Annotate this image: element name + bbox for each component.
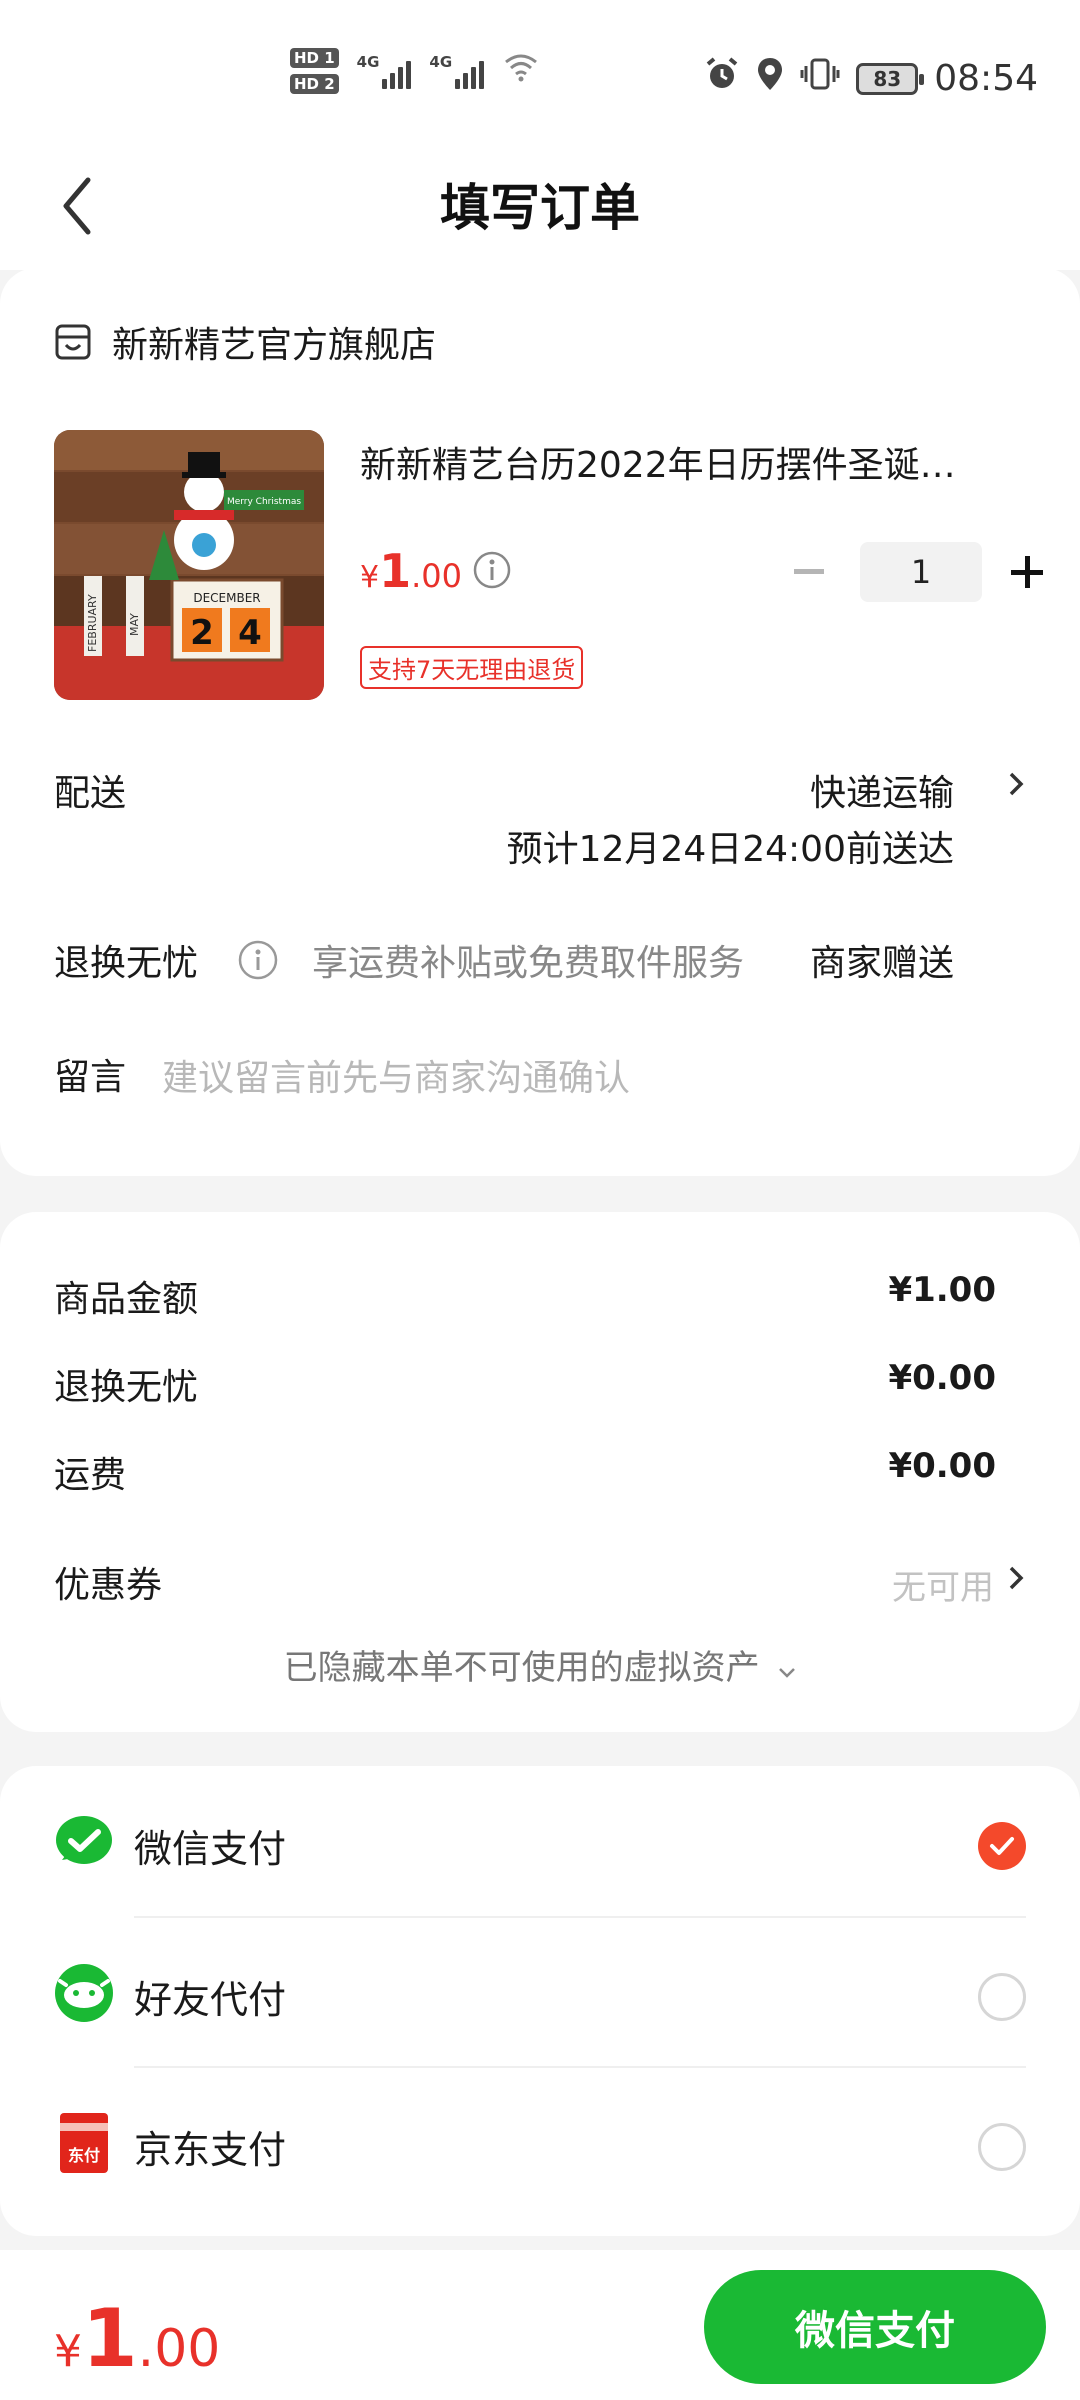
returns-info-icon[interactable] (236, 938, 280, 982)
jd-pay-label: 京东支付 (134, 2128, 287, 2172)
friend-pay-radio[interactable] (978, 1973, 1026, 2021)
signal-2-icon: 4G (429, 53, 485, 89)
returns-label: 退换无忧 (54, 943, 199, 984)
wechat-pay-label: 微信支付 (134, 1827, 287, 1871)
total-integer: 1 (82, 2292, 138, 2385)
quantity-field[interactable]: 1 (860, 542, 982, 602)
image-block1-text: FEBRUARY (86, 594, 99, 652)
friend-pay-label: 好友代付 (134, 1978, 287, 2022)
alarm-icon (704, 56, 740, 101)
message-input[interactable] (162, 1048, 1022, 1108)
image-block2-text: MAY (128, 613, 141, 636)
returns-description: 享运费补贴或免费取件服务 (312, 943, 745, 984)
price-summary-card: 商品金额 ¥1.00 退换无忧 ¥0.00 运费 ¥0.00 优惠券 无可用 已… (0, 1212, 1080, 1732)
sim2-indicator: HD 2 (290, 74, 339, 94)
minus-icon (794, 569, 824, 574)
returns-value: 商家赠送 (809, 943, 954, 984)
page-title: 填写订单 (440, 179, 640, 237)
location-icon (756, 56, 784, 101)
check-icon (990, 1837, 1014, 1855)
vibrate-icon (800, 56, 840, 101)
price-currency: ¥ (360, 560, 380, 595)
summary-goods-label: 商品金额 (54, 1279, 199, 1320)
message-label: 留言 (54, 1057, 127, 1098)
payment-option-wechat[interactable]: 微信支付 (0, 1766, 1080, 1916)
coupon-label: 优惠券 (54, 1565, 163, 1606)
summary-shipping-value: ¥0.00 (888, 1446, 996, 1486)
jd-badge-text: 东付 (68, 2146, 100, 2165)
total-decimal: .00 (137, 2319, 221, 2379)
payment-options-card: 微信支付 好友代付 东付 京东支付 (0, 1766, 1080, 2236)
summary-goods-value: ¥1.00 (888, 1270, 996, 1310)
plus-icon (1011, 556, 1043, 588)
store-icon (54, 323, 92, 361)
signal-1-icon: 4G (357, 53, 412, 89)
status-bar-left: HD 1 HD 2 4G 4G (290, 48, 538, 94)
summary-returns-label: 退换无忧 (54, 1367, 199, 1408)
image-month-text: DECEMBER (193, 591, 260, 605)
network2-label: 4G (429, 53, 453, 71)
order-card: 新新精艺官方旗舰店 FEBRUARY MAY DECEMBER 2 4 Merr… (0, 268, 1080, 1176)
delivery-label: 配送 (54, 773, 127, 814)
delivery-eta: 预计12月24日24:00前送达 (506, 829, 954, 870)
checkout-bar: ¥ 1 .00 微信支付 (0, 2250, 1080, 2400)
price-decimal: .00 (411, 557, 462, 595)
jd-pay-radio[interactable] (978, 2123, 1026, 2171)
wifi-icon (504, 52, 538, 90)
status-bar: HD 1 HD 2 4G 4G 83 08:54 (0, 0, 1080, 150)
quantity-stepper: 1 (786, 542, 1050, 602)
wechat-pay-icon (54, 1812, 114, 1872)
price-integer: 1 (379, 544, 412, 598)
product-image[interactable]: FEBRUARY MAY DECEMBER 2 4 Merry Christma… (54, 430, 324, 700)
order-total: ¥ 1 .00 (54, 2292, 220, 2385)
status-bar-right: 83 08:54 (704, 56, 1038, 101)
sim1-label: HD 1 (290, 48, 339, 68)
product-title[interactable]: 新新精艺台历2022年日历摆件圣诞… (360, 436, 1020, 488)
payment-option-jd[interactable]: 东付 京东支付 (0, 2067, 1080, 2217)
coupon-chevron-right-icon[interactable] (1008, 1556, 1024, 1600)
increase-quantity-button[interactable] (1004, 549, 1050, 595)
delivery-chevron-right-icon[interactable] (1008, 762, 1024, 806)
sim-indicators: HD 1 HD 2 (290, 48, 339, 94)
hidden-assets-toggle[interactable]: 已隐藏本单不可使用的虚拟资产 (0, 1640, 1080, 1689)
sim1-indicator: HD 1 (290, 48, 339, 68)
clock: 08:54 (934, 58, 1038, 99)
decrease-quantity-button[interactable] (786, 549, 832, 595)
delivery-method[interactable]: 快递运输 (810, 764, 954, 816)
summary-returns-value: ¥0.00 (888, 1358, 996, 1398)
page-header: 填写订单 (0, 150, 1080, 270)
total-currency: ¥ (54, 2326, 82, 2377)
store-row[interactable]: 新新精艺官方旗舰店 (54, 316, 436, 368)
friend-pay-icon (54, 1963, 114, 2023)
network1-label: 4G (356, 53, 380, 71)
payment-option-friend[interactable]: 好友代付 (0, 1917, 1080, 2067)
store-name: 新新精艺官方旗舰店 (112, 325, 437, 366)
chevron-down-icon (778, 1656, 796, 1686)
sim2-label: HD 2 (290, 74, 339, 94)
return-policy-badge: 支持7天无理由退货 (360, 646, 584, 689)
image-sign-text: Merry Christmas (227, 497, 301, 507)
wechat-pay-radio[interactable] (978, 1822, 1026, 1870)
price-info-icon[interactable] (472, 550, 512, 590)
product-price: ¥ 1 .00 (360, 544, 462, 598)
image-day-tens: 2 (190, 613, 214, 653)
battery-icon: 83 (856, 62, 925, 95)
coupon-value[interactable]: 无可用 (892, 1560, 994, 1609)
pay-button[interactable]: 微信支付 (704, 2270, 1046, 2384)
image-day-ones: 4 (238, 613, 262, 653)
jd-pay-icon: 东付 (54, 2113, 114, 2173)
summary-shipping-label: 运费 (54, 1455, 127, 1496)
hidden-assets-text: 已隐藏本单不可使用的虚拟资产 (283, 1648, 760, 1688)
